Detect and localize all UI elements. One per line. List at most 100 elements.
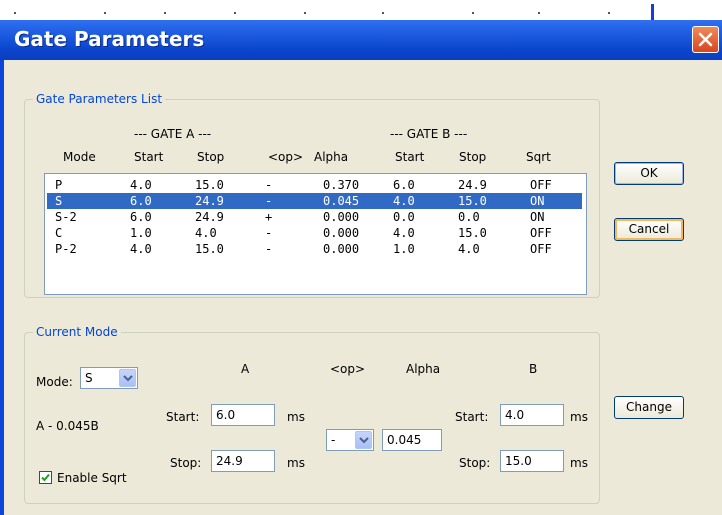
cell-b-start: 6.0	[393, 178, 415, 192]
cell-a-start: 6.0	[130, 210, 152, 224]
a-start-input[interactable]: 6.0	[211, 404, 275, 426]
column-header-a-start: Start	[134, 150, 164, 164]
list-row[interactable]: C 1.0 4.0 - 0.000 4.0 15.0 OFF	[47, 225, 582, 241]
cell-b-start: 0.0	[393, 210, 415, 224]
enable-sqrt-checkbox[interactable]	[39, 471, 52, 484]
cell-a-stop: 15.0	[195, 178, 224, 192]
mode-dropdown-button[interactable]	[119, 369, 136, 387]
cell-a-start: 4.0	[130, 178, 152, 192]
dot-mark	[164, 12, 166, 14]
gate-parameters-list-legend: Gate Parameters List	[33, 92, 166, 106]
b-start-label: Start:	[455, 410, 489, 424]
cell-a-stop: 24.9	[195, 194, 224, 208]
cell-b-start: 4.0	[393, 226, 415, 240]
dot-mark	[608, 12, 610, 14]
cell-alpha: 0.045	[323, 194, 360, 208]
column-header-alpha: Alpha	[314, 150, 349, 164]
ok-button[interactable]: OK	[614, 162, 684, 185]
chevron-down-icon	[359, 437, 369, 444]
cell-a-stop: 24.9	[195, 210, 224, 224]
close-x-icon	[698, 32, 713, 47]
column-header-b-stop: Stop	[459, 150, 487, 164]
background-blue-mark	[651, 4, 654, 20]
list-row-selected[interactable]: S 6.0 24.9 - 0.045 4.0 15.0 ON	[47, 193, 582, 209]
current-mode-legend: Current Mode	[33, 325, 121, 339]
column-header-sqrt: Sqrt	[526, 150, 551, 164]
cell-mode: S-2	[55, 210, 77, 224]
cell-alpha: 0.370	[323, 178, 360, 192]
alpha-input[interactable]: 0.045	[382, 429, 442, 451]
mode-expression: A - 0.045B	[36, 419, 99, 433]
dot-mark	[234, 12, 236, 14]
close-button[interactable]	[692, 26, 719, 53]
dot-mark	[104, 12, 106, 14]
cell-b-stop: 15.0	[458, 226, 487, 240]
mode-select-value: S	[85, 371, 93, 385]
a-start-label: Start:	[166, 410, 200, 424]
cell-mode: P	[55, 178, 63, 192]
dot-mark	[304, 12, 306, 14]
cell-a-start: 4.0	[130, 242, 152, 256]
b-stop-unit: ms	[570, 456, 588, 470]
operator-select[interactable]: -	[326, 429, 374, 451]
enable-sqrt-label[interactable]: Enable Sqrt	[57, 471, 127, 485]
dot-mark	[382, 12, 384, 14]
dialog-client-area: Gate Parameters List --- GATE A --- --- …	[4, 60, 722, 515]
cell-sqrt: OFF	[530, 226, 552, 240]
column-header-op: <op>	[268, 150, 304, 164]
operator-dropdown-button[interactable]	[355, 431, 372, 449]
cell-b-stop: 0.0	[458, 210, 480, 224]
cell-alpha: 0.000	[323, 210, 360, 224]
b-stop-input[interactable]: 15.0	[500, 450, 564, 472]
dialog-title: Gate Parameters	[14, 27, 205, 51]
gate-parameters-listbox[interactable]: P 4.0 15.0 - 0.370 6.0 24.9 OFF S 6.0 24…	[44, 173, 587, 295]
column-header-mode: Mode	[63, 150, 96, 164]
cell-op: -	[265, 178, 273, 192]
cell-alpha: 0.000	[323, 226, 360, 240]
b-start-unit: ms	[570, 410, 588, 424]
a-stop-input[interactable]: 24.9	[211, 450, 275, 472]
change-button[interactable]: Change	[614, 396, 684, 419]
cell-op: -	[265, 242, 273, 256]
cell-mode: C	[55, 226, 63, 240]
dot-mark	[538, 12, 540, 14]
column-header-b-start: Start	[395, 150, 425, 164]
cell-b-stop: 4.0	[458, 242, 480, 256]
b-stop-label: Stop:	[459, 456, 491, 470]
background-strip	[0, 0, 722, 20]
cell-a-stop: 4.0	[195, 226, 217, 240]
cell-op: -	[265, 226, 273, 240]
cell-sqrt: OFF	[530, 242, 552, 256]
cell-b-stop: 15.0	[458, 194, 487, 208]
chevron-down-icon	[123, 375, 133, 382]
column-b-label: B	[529, 362, 538, 376]
mode-select[interactable]: S	[80, 367, 138, 389]
dot-mark	[14, 12, 16, 14]
gate-a-header: --- GATE A ---	[134, 127, 212, 141]
b-start-input[interactable]: 4.0	[500, 404, 564, 426]
cancel-button[interactable]: Cancel	[614, 218, 684, 241]
gate-parameters-dialog: Gate Parameters Gate Parameters List ---…	[0, 20, 722, 515]
column-op-label: <op>	[330, 362, 366, 376]
cell-sqrt: OFF	[530, 178, 552, 192]
list-row[interactable]: P-2 4.0 15.0 - 0.000 1.0 4.0 OFF	[47, 241, 582, 257]
title-bar[interactable]: Gate Parameters	[0, 20, 722, 60]
cell-a-start: 1.0	[130, 226, 152, 240]
cell-mode: S	[55, 194, 63, 208]
cell-b-stop: 24.9	[458, 178, 487, 192]
gate-b-header: --- GATE B ---	[390, 127, 468, 141]
list-row[interactable]: S-2 6.0 24.9 + 0.000 0.0 0.0 ON	[47, 209, 582, 225]
a-stop-unit: ms	[287, 456, 305, 470]
cell-b-start: 4.0	[393, 194, 415, 208]
column-a-label: A	[241, 362, 250, 376]
operator-select-value: -	[331, 433, 336, 447]
cell-mode: P-2	[55, 242, 77, 256]
column-alpha-label: Alpha	[406, 362, 441, 376]
cell-sqrt: ON	[530, 210, 545, 224]
list-row[interactable]: P 4.0 15.0 - 0.370 6.0 24.9 OFF	[47, 177, 582, 193]
cell-b-start: 1.0	[393, 242, 415, 256]
cell-a-start: 6.0	[130, 194, 152, 208]
cell-op: -	[265, 194, 273, 208]
checkmark-icon	[41, 473, 50, 482]
cell-sqrt: ON	[530, 194, 545, 208]
